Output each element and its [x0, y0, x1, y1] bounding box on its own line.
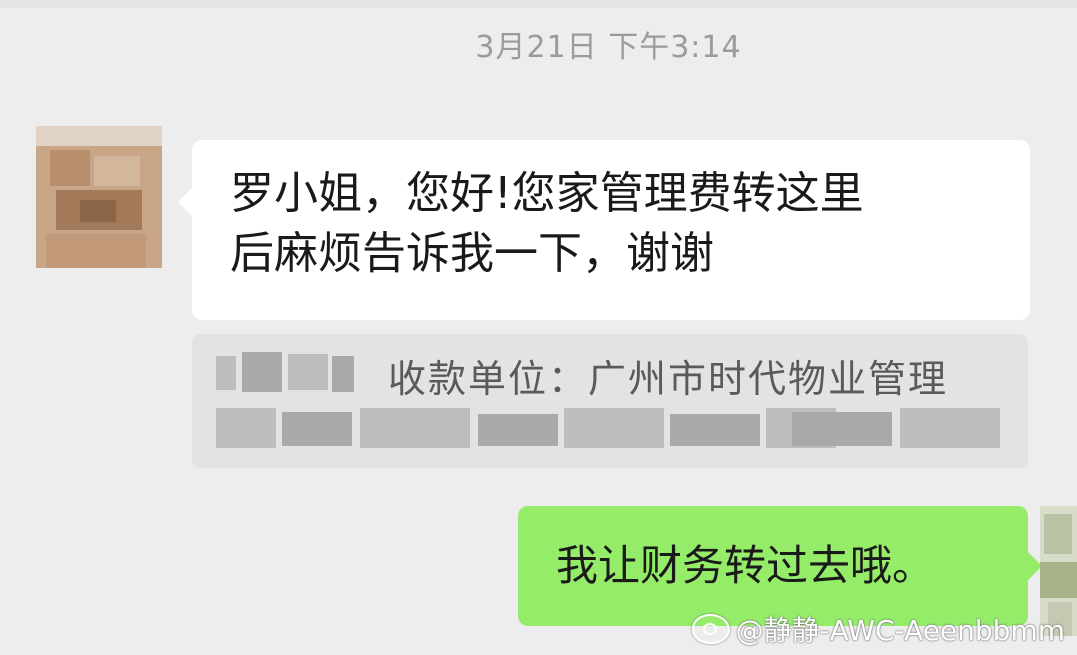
incoming-message-line-2: 后麻烦告诉我一下，谢谢 [230, 228, 714, 279]
message-timestamp: 3月21日 下午3:14 [475, 30, 742, 65]
redacted-text [360, 408, 470, 448]
redacted-text [670, 414, 760, 446]
redacted-text [282, 412, 352, 446]
redacted-text [288, 354, 328, 390]
redacted-text [792, 412, 892, 446]
redacted-text [216, 356, 236, 390]
redacted-text [332, 356, 354, 392]
payee-label: 收款单位：广州市时代物业管理 [388, 357, 949, 401]
bubble-tail [178, 188, 192, 216]
incoming-message-line-1: 罗小姐，您好!您家管理费转这里 [230, 168, 864, 219]
redacted-text [478, 414, 558, 446]
redacted-text [242, 352, 282, 392]
redacted-text [900, 408, 1000, 448]
watermark: @静静-AWC-Aeenbbmm [691, 609, 1065, 649]
top-divider [0, 0, 1077, 8]
outgoing-message-bubble[interactable]: 我让财务转过去哦。 [518, 506, 1042, 626]
incoming-message-bubble[interactable]: 罗小姐，您好!您家管理费转这里 后麻烦告诉我一下，谢谢 [178, 140, 1030, 320]
redacted-text [216, 408, 276, 448]
outgoing-message-text: 我让财务转过去哦。 [556, 541, 935, 590]
watermark-handle: @静静-AWC-Aeenbbmm [735, 614, 1065, 647]
contact-avatar[interactable] [36, 126, 162, 268]
redacted-text [564, 408, 664, 448]
payment-info-card[interactable]: 收款单位：广州市时代物业管理 [192, 334, 1028, 468]
weibo-logo-icon [691, 614, 730, 644]
